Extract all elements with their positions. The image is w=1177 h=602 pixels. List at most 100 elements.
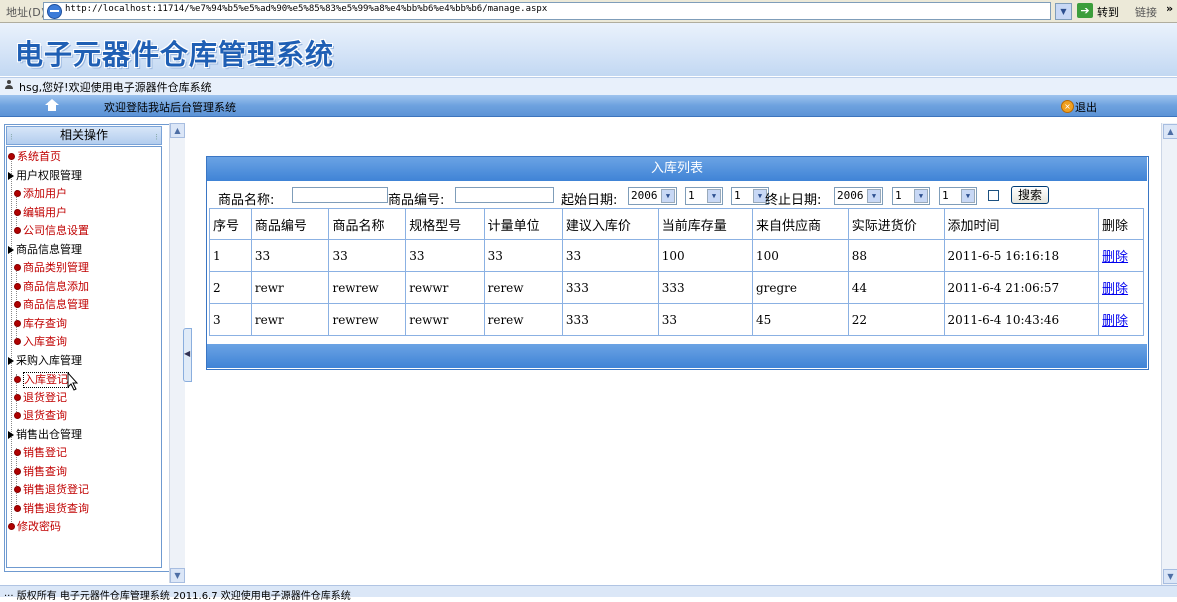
sidebar-item[interactable]: 商品信息管理 (8, 243, 82, 257)
sidebar-item[interactable]: 修改密码 (8, 520, 61, 534)
delete-link[interactable]: 删除 (1102, 250, 1128, 265)
go-button[interactable]: 转到 (1097, 4, 1119, 20)
page-scrollbar[interactable]: ▲ ▼ (1161, 123, 1177, 585)
sidebar-item[interactable]: 公司信息设置 (14, 224, 89, 238)
sidebar-item-label: 公司信息设置 (23, 224, 89, 237)
sidebar-item[interactable]: 销售出仓管理 (8, 428, 82, 442)
table-cell: rewrew (328, 303, 407, 336)
bullet-icon (14, 190, 21, 197)
sidebar-item[interactable]: 用户权限管理 (8, 169, 82, 183)
bullet-icon (14, 449, 21, 456)
scroll-up-icon[interactable]: ▲ (170, 123, 185, 138)
sidebar-item-label: 库存查询 (23, 316, 67, 330)
table-cell: rerew (483, 271, 563, 304)
sidebar-item[interactable]: 入库查询 (14, 335, 67, 349)
table-cell: 100 (751, 239, 849, 272)
table-row: 1 33 33 33 33 33 100 100 88 2011-6-5 16:16:18 删除 (209, 239, 1144, 272)
collapse-sidebar-button[interactable]: ◀ (183, 328, 192, 382)
sidebar-item[interactable]: 销售登记 (14, 446, 67, 460)
sidebar-item[interactable]: 商品信息添加 (14, 280, 89, 294)
table-cell: 33 (328, 239, 407, 272)
table-cell: rerew (483, 303, 563, 336)
folder-arrow-icon (8, 430, 14, 439)
sidebar-item[interactable]: 退货查询 (14, 409, 67, 423)
scroll-up-icon[interactable]: ▲ (1163, 124, 1177, 139)
links-chevron-icon[interactable]: » (1166, 2, 1173, 15)
delete-link[interactable]: 删除 (1102, 282, 1128, 297)
address-label: 地址(D) (6, 6, 46, 19)
sidebar-item[interactable]: 商品类别管理 (14, 261, 89, 275)
sidebar-item[interactable]: 入库登记 (14, 372, 69, 388)
end-month-select[interactable]: 1 ▼ (892, 187, 930, 205)
links-label[interactable]: 链接 (1135, 4, 1157, 20)
product-code-label: 商品编号: (388, 193, 445, 208)
bullet-icon (14, 412, 21, 419)
table-row: 3 rewr rewrew rewwr rerew 333 33 45 22 2011-6-4 1… (209, 303, 1144, 336)
home-icon[interactable] (45, 99, 59, 111)
welcome-text: hsg,您好!欢迎使用电子源器件仓库系统 (19, 81, 212, 94)
sidebar-item[interactable]: 退货登记 (14, 391, 67, 405)
sidebar-item-label: 销售退货登记 (23, 483, 89, 496)
column-header: 当前库存量 (657, 208, 753, 240)
chevron-down-icon: ▼ (707, 189, 721, 203)
bullet-icon (14, 467, 21, 475)
start-day-select[interactable]: 1 ▼ (731, 187, 769, 205)
sidebar-item[interactable]: 库存查询 (14, 317, 67, 331)
sidebar-item[interactable]: 销售查询 (14, 465, 67, 479)
user-icon (4, 80, 14, 90)
sidebar-item[interactable]: 编辑用户 (14, 206, 67, 220)
sidebar-item[interactable]: 商品信息管理 (14, 298, 89, 312)
delete-link[interactable]: 删除 (1102, 314, 1128, 329)
logout-icon[interactable]: × (1061, 100, 1074, 113)
date-filter-checkbox[interactable] (988, 190, 999, 201)
bullet-icon (14, 486, 21, 493)
sidebar-item[interactable]: 销售退货登记 (14, 483, 89, 497)
table-cell: 2011-6-4 10:43:46 (943, 303, 1100, 336)
table-cell: rewrew (328, 271, 407, 304)
end-day-select[interactable]: 1 ▼ (939, 187, 977, 205)
sidebar-item-label: 销售查询 (23, 464, 67, 478)
table-cell: 33 (657, 303, 753, 336)
scroll-down-icon[interactable]: ▼ (1163, 569, 1177, 584)
sidebar-item[interactable]: 系统首页 (8, 150, 61, 164)
chevron-down-icon: ▼ (867, 189, 881, 203)
search-button[interactable]: 搜索 (1011, 186, 1050, 204)
nav-welcome-text: 欢迎登陆我站后台管理系统 (104, 101, 236, 114)
scroll-down-icon[interactable]: ▼ (170, 568, 185, 583)
sidebar-item[interactable]: 销售退货查询 (14, 502, 89, 516)
product-name-input[interactable] (292, 187, 388, 203)
table-cell: 1 (209, 239, 252, 272)
address-url[interactable]: http://localhost:11714/%e7%94%b5%e5%ad%9… (65, 4, 547, 14)
bullet-icon (14, 393, 21, 401)
table-cell: 333 (657, 271, 753, 304)
column-header: 添加时间 (943, 208, 1100, 240)
column-header: 商品编号 (250, 208, 330, 240)
sidebar-item-label: 销售登记 (23, 446, 67, 459)
sidebar-item-label: 商品信息管理 (23, 298, 89, 311)
sidebar-item[interactable]: 添加用户 (14, 187, 67, 201)
product-code-input[interactable] (455, 187, 554, 203)
sidebar-item-label: 商品信息管理 (16, 242, 82, 256)
bullet-icon (8, 153, 15, 160)
bullet-icon (14, 504, 21, 512)
site-title: 电子元器件仓库管理系统 (15, 38, 335, 71)
table-cell: 333 (561, 303, 659, 336)
delete-cell: 删除 (1098, 271, 1144, 304)
start-year-select[interactable]: 2006 ▼ (628, 187, 677, 205)
sidebar-item-label: 入库登记 (23, 372, 69, 388)
go-arrow-icon[interactable]: ➔ (1077, 3, 1093, 18)
folder-arrow-icon (8, 356, 14, 365)
status-text: ··· 版权所有 电子元器件仓库管理系统 2011.6.7 欢迎使用电子源器件仓… (4, 591, 351, 602)
table-cell: 45 (751, 303, 849, 336)
table-cell: 2 (209, 271, 252, 304)
sidebar-item-label: 入库查询 (23, 335, 67, 348)
end-year-select[interactable]: 2006 ▼ (834, 187, 883, 205)
sidebar-item[interactable]: 采购入库管理 (8, 354, 82, 368)
logout-link[interactable]: 退出 (1075, 99, 1097, 115)
start-month-select[interactable]: 1 ▼ (685, 187, 723, 205)
column-header: 建议入库价 (561, 208, 659, 240)
start-date-label: 起始日期: (561, 193, 618, 208)
bullet-icon (14, 376, 21, 383)
sidebar-item-label: 系统首页 (17, 150, 61, 163)
address-dropdown-icon[interactable]: ▼ (1055, 3, 1072, 20)
